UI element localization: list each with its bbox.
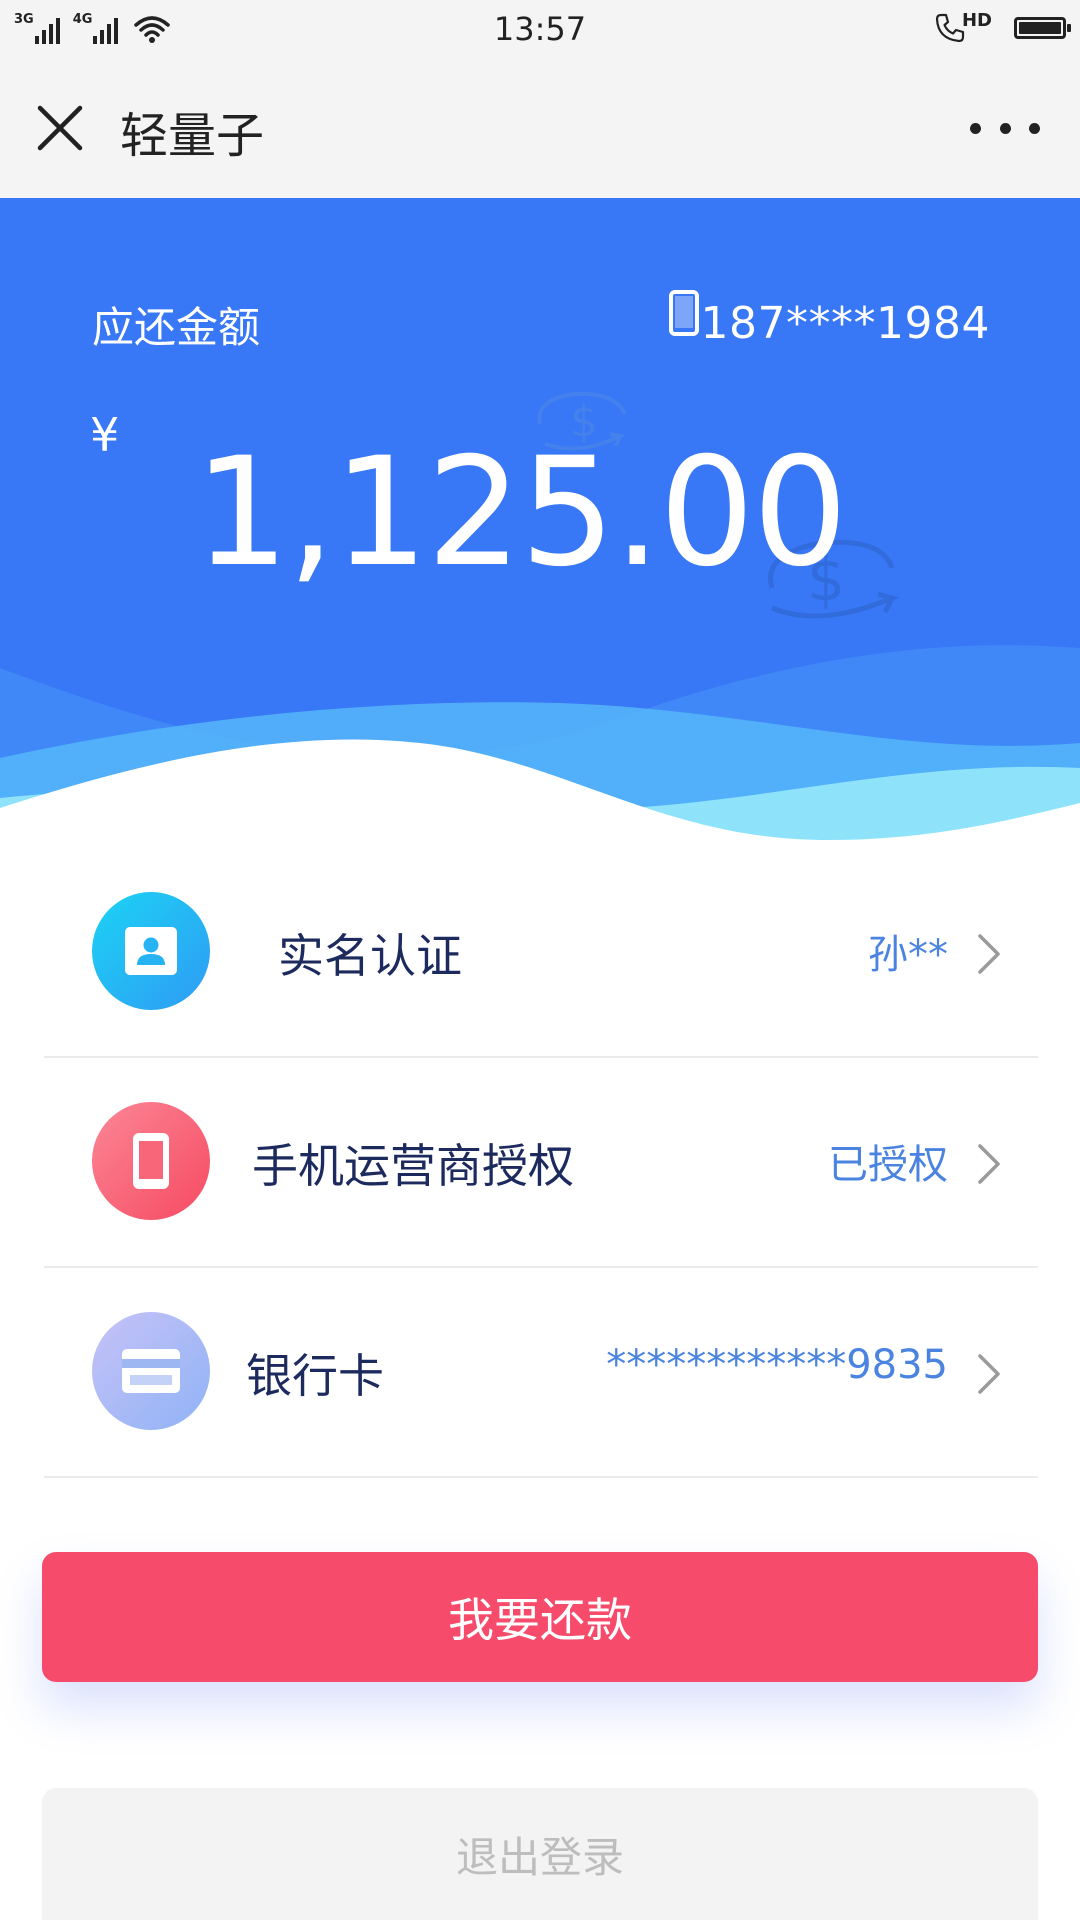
list-item-bank-card[interactable]: 银行卡 ************9835 xyxy=(44,1268,1038,1478)
status-right: HD xyxy=(934,9,1071,44)
list-item-label: 银行卡 xyxy=(246,1349,384,1403)
status-time: 13:57 xyxy=(493,10,587,48)
chevron-right-icon xyxy=(978,934,1000,974)
more-icon-dot xyxy=(1029,122,1040,134)
list-item-value: ************9835 xyxy=(606,1342,948,1388)
more-icon-dot xyxy=(970,122,981,134)
account-phone: 187****1984 xyxy=(668,290,990,349)
logout-button[interactable]: 退出登录 xyxy=(42,1788,1038,1920)
mobile-phone-icon xyxy=(92,1102,210,1220)
list-item-real-name[interactable]: 实名认证 孙** xyxy=(44,848,1038,1058)
nav-bar: 轻量子 xyxy=(0,60,1080,198)
status-bar: 3G 4G 13:57 HD xyxy=(0,0,1080,60)
battery-icon xyxy=(1014,17,1071,39)
list-item-carrier-auth[interactable]: 手机运营商授权 已授权 xyxy=(44,1058,1038,1268)
list-item-value: 孙** xyxy=(868,932,948,978)
chevron-right-icon xyxy=(978,1144,1000,1184)
mobile-phone-glyph xyxy=(133,1133,169,1189)
bank-card-icon xyxy=(92,1312,210,1430)
more-button[interactable] xyxy=(970,108,1040,148)
close-button[interactable] xyxy=(30,98,90,158)
repay-button[interactable]: 我要还款 xyxy=(42,1552,1038,1682)
list-item-label: 手机运营商授权 xyxy=(252,1139,574,1193)
close-icon xyxy=(37,105,83,151)
id-card-glyph xyxy=(125,927,177,975)
amount-due-label: 应还金额 xyxy=(92,303,261,352)
chevron-right-icon xyxy=(978,1354,1000,1394)
page-title: 轻量子 xyxy=(120,108,265,164)
divider xyxy=(44,1476,1038,1478)
hd-label: HD xyxy=(961,9,992,31)
mobile-phone-icon xyxy=(668,290,699,336)
phone-number: 187****1984 xyxy=(700,298,990,349)
repayment-header: $ $ 应还金额 187****1984 ¥ 1,125.00 xyxy=(0,198,1080,848)
list-item-value: 已授权 xyxy=(828,1142,948,1188)
more-icon-dot xyxy=(999,122,1011,134)
amount-due: 1,125.00 xyxy=(0,426,1080,600)
amount-due-value: 1,125.00 xyxy=(194,426,848,600)
list-item-label: 实名认证 xyxy=(278,929,462,983)
bank-card-glyph xyxy=(122,1349,180,1393)
id-card-icon xyxy=(92,892,210,1010)
